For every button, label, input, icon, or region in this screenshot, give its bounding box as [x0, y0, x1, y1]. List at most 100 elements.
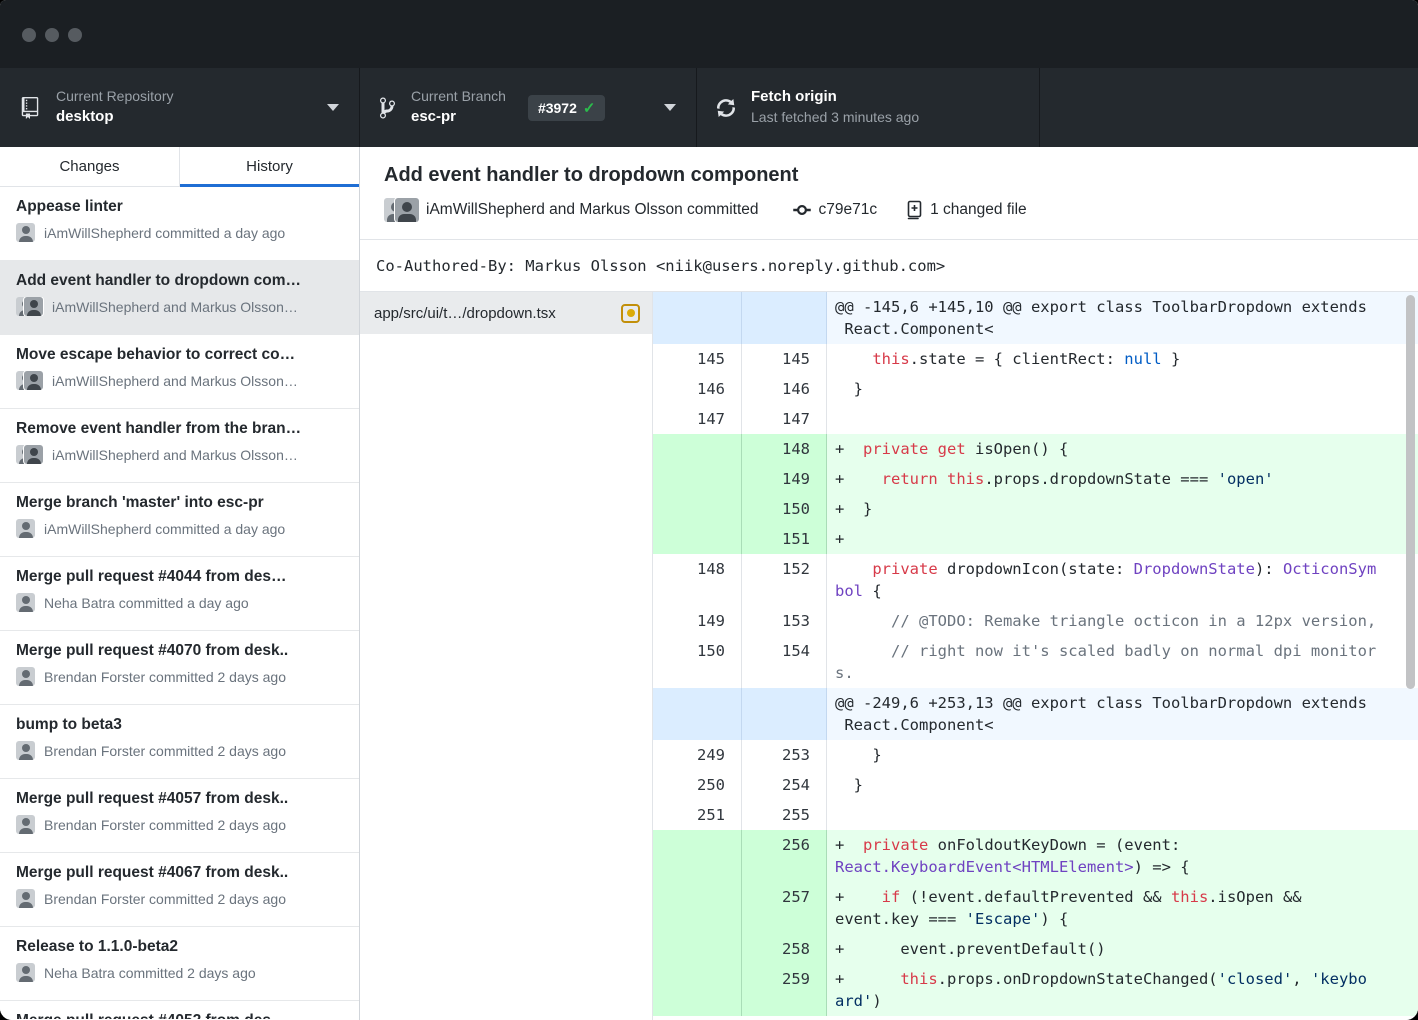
- diff-line: 151+: [653, 524, 1418, 554]
- current-repository-button[interactable]: Current Repository desktop: [0, 68, 360, 147]
- commit-item-title: Merge pull request #4067 from desk..: [16, 864, 345, 882]
- commit-list-item[interactable]: Merge branch 'master' into esc-priAmWill…: [0, 483, 359, 557]
- old-line-number: 148: [653, 554, 742, 606]
- avatar: [16, 223, 35, 242]
- commit-list-item[interactable]: bump to beta3Brendan Forster committed 2…: [0, 705, 359, 779]
- fetch-origin-label: Fetch origin: [751, 88, 919, 107]
- avatar: [16, 667, 35, 686]
- commit-history-list: Appease linter iAmWillShepherd committed …: [0, 187, 359, 1019]
- sync-icon: [717, 96, 735, 120]
- commit-byline: iAmWillShepherd and Markus Olsson commit…: [426, 201, 759, 219]
- old-line-number: 145: [653, 344, 742, 374]
- old-line-number: [653, 688, 742, 740]
- avatar: [16, 371, 43, 390]
- commit-list-item[interactable]: Merge pull request #4044 from des…Neha B…: [0, 557, 359, 631]
- commit-list-item[interactable]: Merge pull request #4057 from desk..Bren…: [0, 779, 359, 853]
- avatar: [16, 815, 35, 834]
- fetch-origin-button[interactable]: Fetch origin Last fetched 3 minutes ago: [697, 68, 1040, 147]
- file-path: app/src/ui/t…/dropdown.tsx: [374, 305, 621, 322]
- new-line-number: 146: [742, 374, 827, 404]
- diff-line: 251255: [653, 800, 1418, 830]
- commit-summary: Add event handler to dropdown component …: [360, 147, 1418, 240]
- tab-changes[interactable]: Changes: [0, 147, 180, 186]
- diff-line: 148+ private get isOpen() {: [653, 434, 1418, 464]
- sidebar-tabbar: Changes History: [0, 147, 359, 187]
- new-line-number: 257: [742, 882, 827, 934]
- new-line-number: 148: [742, 434, 827, 464]
- old-line-number: 249: [653, 740, 742, 770]
- new-line-number: 145: [742, 344, 827, 374]
- diff-line: 148152 private dropdownIcon(state: Dropd…: [653, 554, 1418, 606]
- current-branch-button[interactable]: Current Branch esc-pr #3972 ✓: [360, 68, 697, 147]
- zoom-window-icon[interactable]: [68, 28, 82, 42]
- committer-avatars: [384, 198, 416, 222]
- traffic-lights[interactable]: [22, 28, 82, 42]
- commit-item-byline: Neha Batra committed a day ago: [44, 595, 249, 611]
- commit-item-byline: Brendan Forster committed 2 days ago: [44, 743, 286, 759]
- commit-list-item[interactable]: Remove event handler from the bran…iAmWi…: [0, 409, 359, 483]
- commit-list-item[interactable]: Merge pull request #4067 from desk.. Bren…: [0, 853, 359, 927]
- old-line-number: [653, 934, 742, 964]
- old-line-number: [653, 494, 742, 524]
- close-window-icon[interactable]: [22, 28, 36, 42]
- commit-item-title: Add event handler to dropdown com…: [16, 272, 345, 290]
- file-item-dropdown-tsx[interactable]: app/src/ui/t…/dropdown.tsx: [360, 292, 652, 334]
- old-line-number: [653, 292, 742, 344]
- avatar: [16, 297, 43, 316]
- old-line-number: [653, 524, 742, 554]
- diff-line: 150+ }: [653, 494, 1418, 524]
- tab-history[interactable]: History: [180, 147, 359, 186]
- new-line-number: 149: [742, 464, 827, 494]
- commit-item-byline: Brendan Forster committed 2 days ago: [44, 891, 286, 907]
- check-icon: ✓: [583, 99, 596, 117]
- diff-scrollbar-thumb[interactable]: [1406, 295, 1415, 689]
- git-branch-icon: [380, 96, 395, 120]
- diff-line: 150154 // right now it's scaled badly on…: [653, 636, 1418, 688]
- commit-list-item[interactable]: Add event handler to dropdown com…iAmWil…: [0, 261, 359, 335]
- commit-list-item[interactable]: Appease linter iAmWillShepherd committed …: [0, 187, 359, 261]
- commit-list-item[interactable]: Merge pull request #4052 from des…: [0, 1001, 359, 1019]
- chevron-down-icon: [664, 104, 676, 111]
- github-desktop-window: Current Repository desktop Current Branc…: [0, 0, 1418, 1020]
- commit-title: Add event handler to dropdown component: [384, 164, 1394, 187]
- repo-icon: [20, 97, 40, 119]
- old-line-number: 150: [653, 636, 742, 688]
- commit-sha: c79e71c: [819, 201, 878, 219]
- avatar: [16, 889, 35, 908]
- commit-list-item[interactable]: Move escape behavior to correct co…iAmWi…: [0, 335, 359, 409]
- minimize-window-icon[interactable]: [45, 28, 59, 42]
- diff-line: 147147: [653, 404, 1418, 434]
- avatar: [16, 519, 35, 538]
- diff-hunk-header: @@ -249,6 +253,13 @@ export class Toolba…: [653, 688, 1418, 740]
- diff-line: 250254 }: [653, 770, 1418, 800]
- commit-item-title: Move escape behavior to correct co…: [16, 346, 345, 364]
- commit-item-byline: Brendan Forster committed 2 days ago: [44, 669, 286, 685]
- pr-status-badge: #3972 ✓: [528, 95, 606, 121]
- git-commit-icon: [793, 200, 811, 220]
- old-line-number: [653, 964, 742, 1016]
- changed-files-panel: app/src/ui/t…/dropdown.tsx: [360, 292, 653, 1020]
- old-line-number: 147: [653, 404, 742, 434]
- diff-line: 256+ private onFoldoutKeyDown = (event:R…: [653, 830, 1418, 882]
- commit-item-title: Merge pull request #4052 from des…: [16, 1012, 345, 1019]
- diff-line: 149153 // @TODO: Remake triangle octicon…: [653, 606, 1418, 636]
- new-line-number: 153: [742, 606, 827, 636]
- new-line-number: 253: [742, 740, 827, 770]
- commit-item-byline: Neha Batra committed 2 days ago: [44, 965, 256, 981]
- commit-item-byline: iAmWillShepherd committed a day ago: [44, 225, 285, 241]
- new-line-number: 256: [742, 830, 827, 882]
- commit-list-item[interactable]: Release to 1.1.0-beta2Neha Batra committ…: [0, 927, 359, 1001]
- diff-line: 257+ if (!event.defaultPrevented && this…: [653, 882, 1418, 934]
- commit-list-item[interactable]: Merge pull request #4070 from desk.. Bren…: [0, 631, 359, 705]
- current-repository-value: desktop: [56, 108, 174, 127]
- old-line-number: 149: [653, 606, 742, 636]
- old-line-number: 146: [653, 374, 742, 404]
- commit-item-title: Merge pull request #4070 from desk..: [16, 642, 345, 660]
- changed-file-icon: [905, 200, 922, 220]
- toolbar-spacer: [1040, 68, 1418, 147]
- commit-item-title: Appease linter: [16, 198, 345, 216]
- old-line-number: [653, 882, 742, 934]
- avatar: [16, 963, 35, 982]
- fetch-origin-sublabel: Last fetched 3 minutes ago: [751, 109, 919, 127]
- diff-line: 258+ event.preventDefault(): [653, 934, 1418, 964]
